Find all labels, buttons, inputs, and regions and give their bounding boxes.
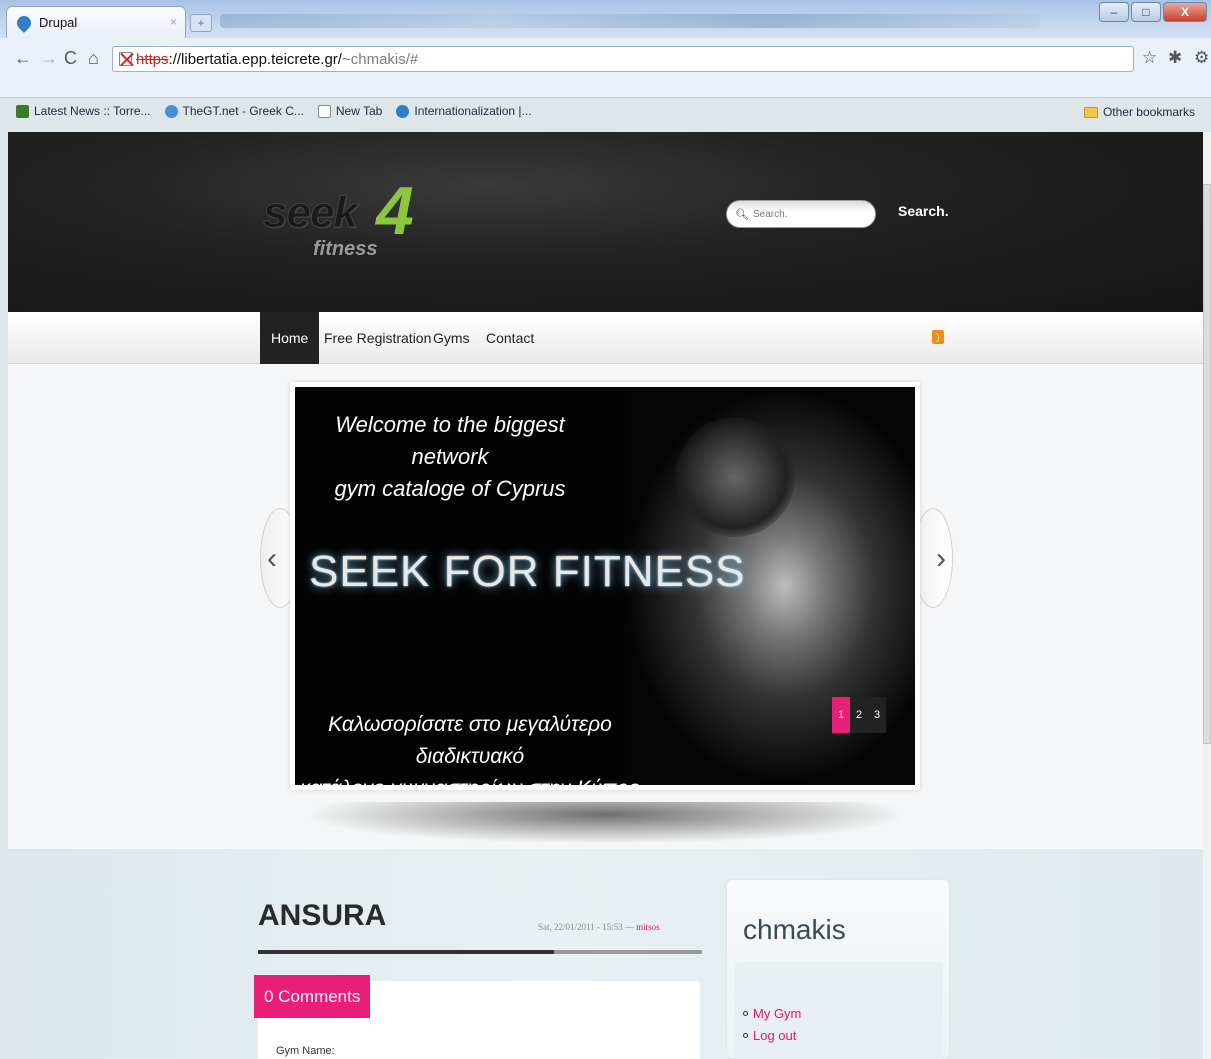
pager-page-2[interactable]: 2	[850, 697, 868, 733]
drupal-favicon-icon	[14, 12, 34, 33]
search-icon: 🔍︎	[735, 208, 749, 221]
bookmark-item[interactable]: Latest News :: Torre...	[16, 104, 151, 118]
search-input[interactable]	[752, 208, 863, 220]
bookmark-label: Internationalization |...	[414, 104, 532, 118]
star-bookmark-icon[interactable]: ☆	[1142, 48, 1157, 68]
browser-toolbar: ← → C ⌂ https://libertatia.epp.teicrete.…	[0, 38, 1211, 119]
site-logo[interactable]: seek 4 fitness	[263, 173, 463, 274]
page-scrollbar[interactable]	[1203, 132, 1211, 1059]
main-menu: Home Free Registration Gyms Contact )	[8, 312, 1203, 364]
url-path: ~chmakis/#	[341, 50, 419, 68]
sidebar-links: My Gym Log out	[735, 962, 943, 1059]
browser-tab[interactable]: Drupal ×	[6, 6, 186, 38]
address-bar[interactable]: https://libertatia.epp.teicrete.gr/~chma…	[112, 46, 1134, 72]
content-area: ANSURA Sat, 22/01/2011 - 15:53 — mitsos …	[8, 849, 1203, 1059]
globe-icon	[164, 104, 178, 118]
article-date: Sat, 22/01/2011 - 15:53 —	[538, 922, 637, 932]
maximize-button[interactable]: □	[1131, 2, 1161, 22]
reload-icon[interactable]: C	[64, 48, 77, 69]
slide-greek-text: Καλωσορίσατε στο μεγαλύτερο διαδικτυακό …	[295, 709, 645, 785]
article-title[interactable]: ANSURA	[258, 899, 386, 933]
url-text: https://libertatia.epp.teicrete.gr/~chma…	[136, 51, 418, 68]
menu-item-contact[interactable]: Contact	[486, 312, 534, 364]
slide-headline: SEEK FOR FITNESS	[309, 547, 746, 596]
logo-seek: seek	[263, 188, 359, 238]
window-close-button[interactable]: X	[1163, 2, 1207, 22]
log-out-label: Log out	[753, 1028, 797, 1043]
menu-item-gyms[interactable]: Gyms	[433, 312, 470, 364]
bookmark-label: Latest News :: Torre...	[34, 104, 151, 118]
bookmark-label: TheGT.net - Greek C...	[182, 104, 304, 118]
bookmark-item[interactable]: New Tab	[317, 104, 383, 118]
pager-page-3[interactable]: 3	[868, 697, 886, 733]
tagline-line-1: Welcome to the biggest network	[335, 412, 565, 469]
bookmark-label: New Tab	[335, 104, 383, 118]
tagline-line-2: gym cataloge of Cyprus	[334, 476, 566, 501]
new-tab-button[interactable]: +	[190, 14, 212, 32]
my-gym-link[interactable]: My Gym	[743, 1006, 801, 1021]
log-out-link[interactable]: Log out	[743, 1028, 796, 1043]
menu-item-free-registration[interactable]: Free Registration	[324, 312, 431, 364]
comments-badge[interactable]: 0 Comments	[254, 975, 371, 1018]
bullet-icon	[743, 1011, 748, 1016]
bookmark-icon	[16, 104, 29, 118]
title-rule	[258, 950, 554, 954]
folder-icon	[1083, 106, 1098, 118]
tab-title: Drupal	[39, 15, 78, 30]
back-icon[interactable]: ←	[14, 48, 32, 69]
bookmarks-bar: Latest News :: Torre... TheGT.net - Gree…	[0, 100, 1211, 122]
blurred-tabs	[220, 14, 1040, 28]
bookmark-item[interactable]: Internationalization |...	[396, 104, 532, 118]
rss-icon[interactable]: )	[932, 330, 944, 344]
slide-frame: Welcome to the biggest network gym catal…	[290, 382, 920, 790]
home-icon[interactable]: ⌂	[88, 48, 99, 69]
scrollbar-thumb[interactable]	[1203, 184, 1211, 744]
bookmark-item[interactable]: TheGT.net - Greek C...	[164, 104, 304, 118]
other-bookmarks-label: Other bookmarks	[1102, 105, 1195, 119]
article-meta: Sat, 22/01/2011 - 15:53 — mitsos	[538, 922, 660, 932]
insecure-lock-icon	[119, 52, 132, 66]
slide-pager: 1 2 3	[832, 697, 886, 733]
slider-reflection	[300, 802, 910, 844]
athlete-head-shadow	[675, 417, 795, 537]
bullet-icon	[743, 1033, 748, 1038]
forward-icon[interactable]: →	[40, 48, 58, 69]
slide-image[interactable]: Welcome to the biggest network gym catal…	[295, 387, 915, 785]
logo-fitness: fitness	[313, 238, 378, 260]
search-box: 🔍︎	[726, 200, 876, 228]
wrench-icon[interactable]: ⚙	[1194, 48, 1209, 68]
site-header: seek 4 fitness 🔍︎ Search.	[8, 132, 1203, 312]
pager-page-1[interactable]: 1	[832, 697, 850, 733]
slideshow: ‹ › Welcome to the biggest network gym c…	[8, 364, 1203, 849]
web-page: seek 4 fitness 🔍︎ Search. Home Free Regi…	[8, 132, 1203, 1059]
url-host: ://libertatia.epp.teicrete.gr/	[168, 50, 342, 68]
minimize-button[interactable]: –	[1099, 2, 1129, 22]
window-controls: – □ X	[1099, 2, 1207, 22]
browser-tabbar: Drupal × + – □ X	[0, 0, 1211, 38]
sidebar-username: chmakis	[743, 914, 846, 945]
greek-line-2: κατάλογο γυμναστηρίων στην Κύπρο	[295, 773, 645, 785]
gym-name-label: Gym Name:	[276, 1045, 335, 1057]
url-scheme: https	[136, 50, 169, 68]
page-icon	[317, 104, 331, 118]
other-bookmarks[interactable]: Other bookmarks	[1083, 105, 1195, 119]
menu-item-home[interactable]: Home	[260, 312, 320, 364]
drupal-icon	[396, 104, 410, 118]
extension-icon[interactable]: ✱	[1168, 48, 1182, 68]
tab-close-icon[interactable]: ×	[170, 15, 177, 29]
greek-line-1: Καλωσορίσατε στο μεγαλύτερο διαδικτυακό	[328, 713, 612, 768]
user-menu-block: chmakis My Gym Log out	[726, 879, 950, 1059]
title-rule-light	[554, 950, 702, 954]
slide-tagline: Welcome to the biggest network gym catal…	[295, 409, 605, 505]
logo-four: 4	[376, 173, 414, 249]
my-gym-label: My Gym	[753, 1006, 802, 1021]
search-button[interactable]: Search.	[898, 203, 949, 219]
article-author-link[interactable]: mitsos	[636, 922, 660, 932]
